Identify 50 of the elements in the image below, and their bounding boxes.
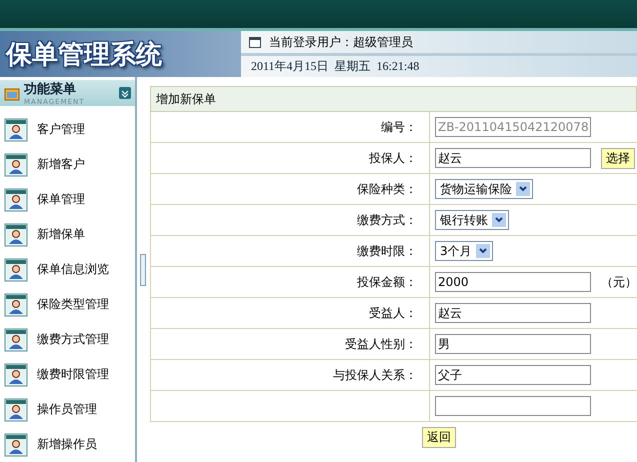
dropdown[interactable]: 银行转账 [435, 210, 509, 230]
user-card-icon [4, 432, 28, 456]
back-button[interactable]: 返回 [422, 427, 456, 448]
user-card-icon [4, 328, 28, 352]
text-field[interactable]: 赵云 [435, 148, 591, 168]
field-label: 受益人性别： [345, 336, 417, 352]
field-label: 保险种类： [357, 180, 417, 198]
system-title: 保单管理系统 [0, 31, 241, 77]
text-field[interactable]: 父子 [435, 365, 591, 385]
menu-item[interactable]: 保险类型管理 [0, 287, 135, 322]
menu-item[interactable]: 新增客户 [0, 147, 135, 182]
splitter-handle[interactable] [140, 254, 146, 286]
field-label: 缴费方式： [357, 212, 417, 228]
menu-item[interactable]: 客户管理 [0, 112, 135, 147]
dropdown[interactable]: 3个月 [435, 241, 493, 261]
field-label: 与投保人关系： [333, 366, 417, 384]
menu-item[interactable]: 缴费时限管理 [0, 357, 135, 392]
window-icon [249, 36, 261, 48]
user-card-icon [4, 362, 28, 386]
date-time: 2011年4月15日 星期五 16:21:48 [251, 58, 420, 75]
field-label: 投保人： [369, 150, 417, 166]
field-label: 编号： [381, 118, 417, 136]
menu-item[interactable]: 缴费方式管理 [0, 322, 135, 357]
user-card-icon [4, 258, 28, 282]
menu-item[interactable]: 新增保单 [0, 217, 135, 252]
menu-item[interactable]: 新增操作员 [0, 427, 135, 462]
field-label: 受益人： [369, 304, 417, 322]
collapse-icon[interactable] [118, 87, 131, 99]
field-label: 缴费时限： [357, 242, 417, 260]
select-button[interactable]: 选择 [601, 148, 635, 168]
user-card-icon [4, 188, 28, 212]
form-title: 增加新保单 [156, 90, 216, 108]
menu-title: 功能菜单 [24, 81, 77, 98]
text-field[interactable]: 男 [435, 334, 591, 354]
field-label: 投保金额： [357, 274, 417, 290]
user-card-icon [4, 222, 28, 246]
text-field[interactable] [435, 396, 591, 416]
user-card-icon [4, 292, 28, 316]
user-card-icon [4, 398, 28, 422]
current-user-label: 当前登录用户：超级管理员 [269, 34, 413, 50]
unit-label: （元） [601, 274, 637, 290]
user-card-icon [4, 118, 28, 142]
number-field[interactable]: ZB-20110415042120078 [435, 117, 591, 137]
menu-item[interactable]: 保单信息浏览 [0, 252, 135, 287]
dropdown[interactable]: 货物运输保险 [435, 179, 533, 199]
text-field[interactable]: 赵云 [435, 303, 591, 323]
text-field[interactable]: 2000 [435, 272, 591, 292]
menu-item[interactable]: 保单管理 [0, 182, 135, 217]
menu-item[interactable]: 操作员管理 [0, 392, 135, 427]
user-card-icon [4, 152, 28, 176]
